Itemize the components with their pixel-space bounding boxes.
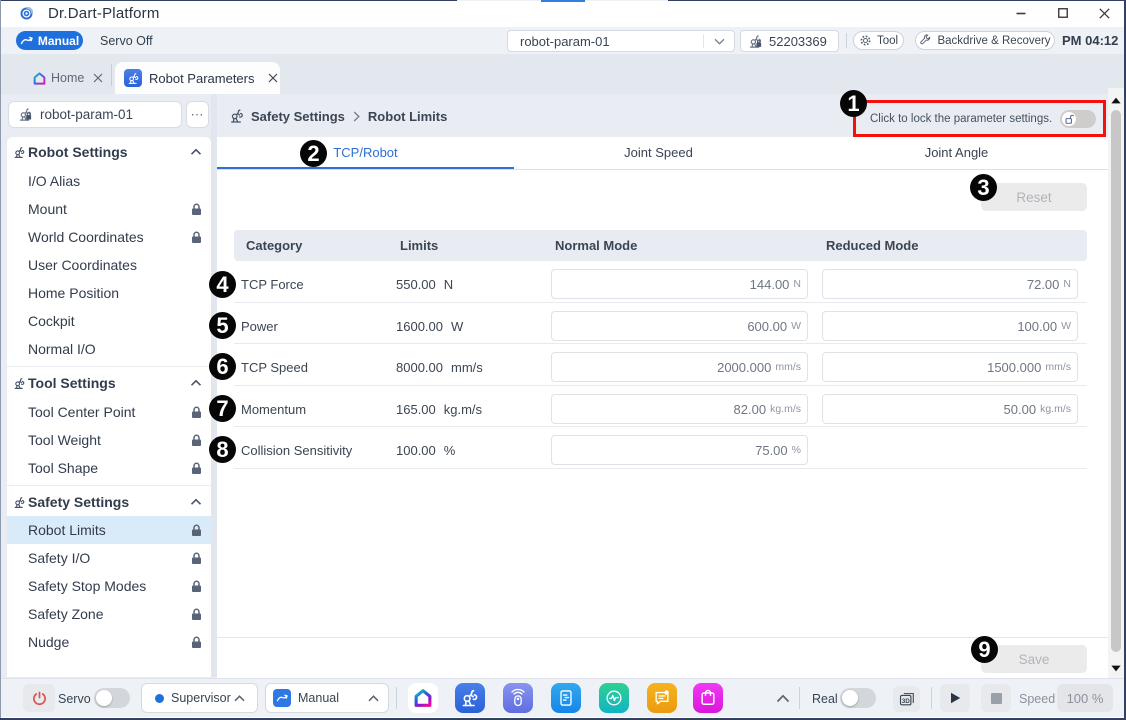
svg-text:3D: 3D [901, 698, 910, 705]
